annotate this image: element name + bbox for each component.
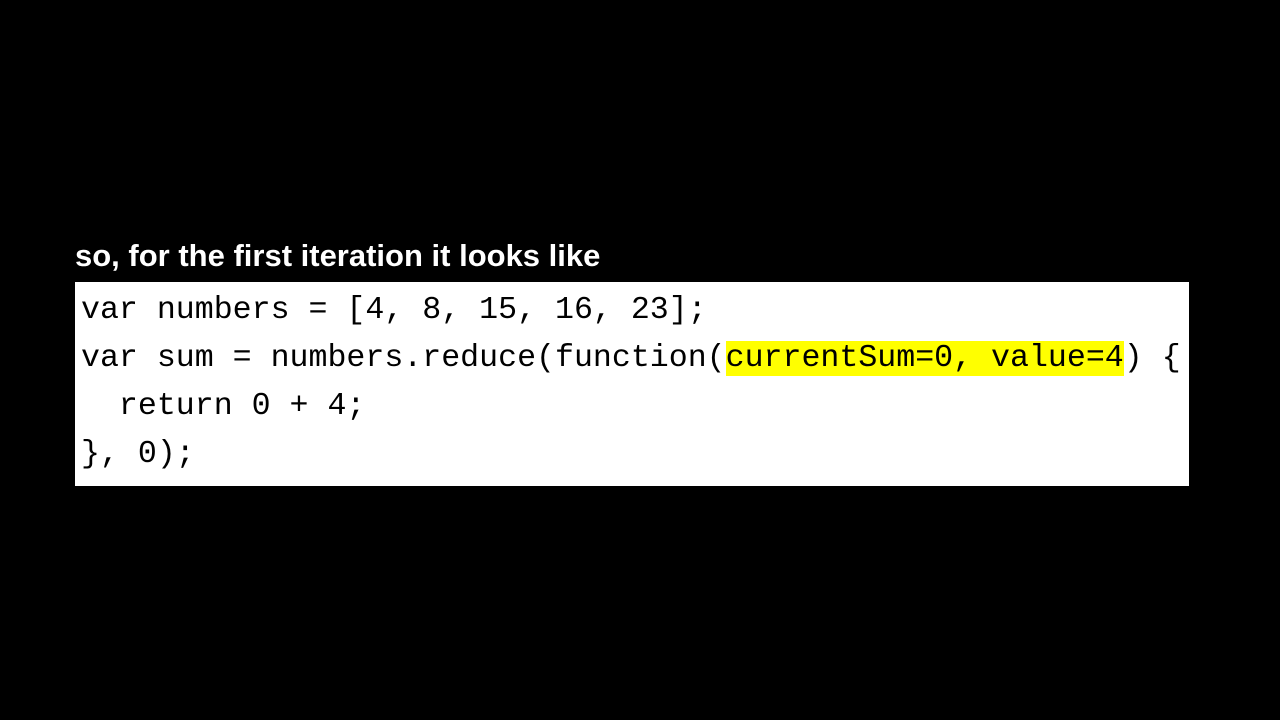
code-line-2: var sum = numbers.reduce(function(curren… [81, 337, 1181, 381]
code-block: var numbers = [4, 8, 15, 16, 23]; var su… [75, 282, 1189, 486]
code-line-2-after: ) { [1123, 341, 1181, 376]
code-line-2-before: var sum = numbers.reduce(function( [81, 341, 726, 376]
highlighted-arguments: currentSum=0, value=4 [725, 341, 1124, 376]
code-line-4: }, 0); [81, 437, 195, 472]
code-line-3: return 0 + 4; [81, 389, 366, 424]
slide: so, for the first iteration it looks lik… [0, 0, 1280, 720]
slide-heading: so, for the first iteration it looks lik… [75, 238, 601, 273]
code-line-1: var numbers = [4, 8, 15, 16, 23]; [81, 293, 707, 328]
